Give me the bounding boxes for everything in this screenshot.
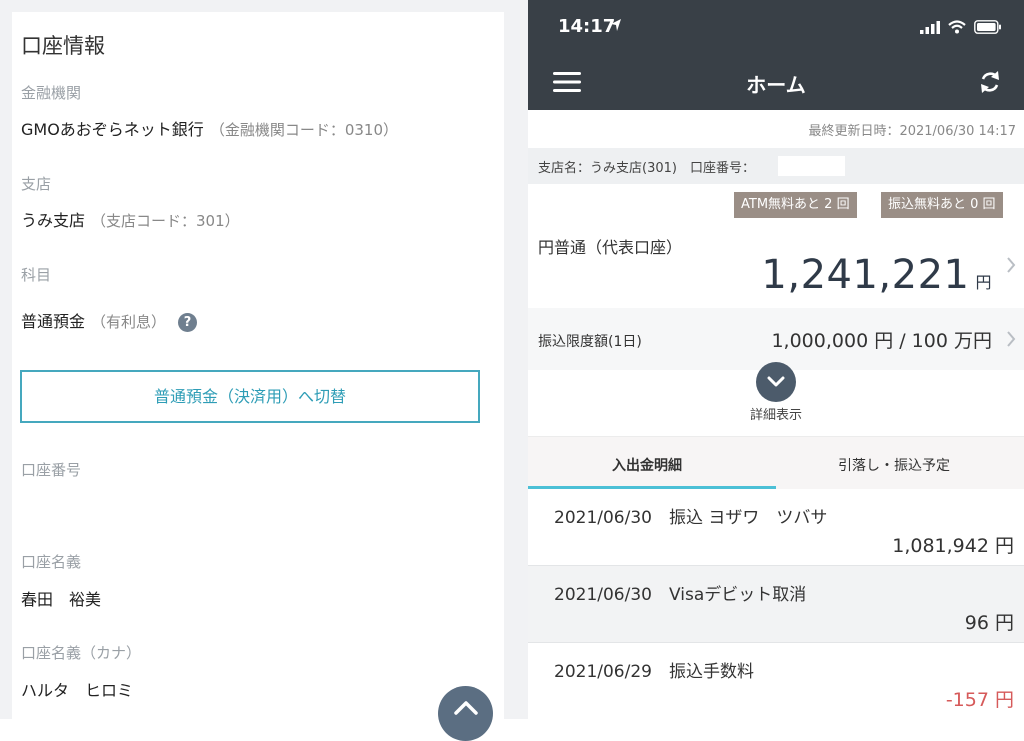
wifi-icon xyxy=(948,20,966,34)
transaction-amount: 96 円 xyxy=(964,612,1014,634)
transfer-limit-row[interactable]: 振込限度額(1日) 1,000,000 円 / 100 万円 xyxy=(528,308,1024,370)
subject-note: （有利息） xyxy=(91,313,167,331)
account-number-label: 口座番号 xyxy=(21,461,82,479)
battery-icon xyxy=(974,20,1001,34)
account-name-label: 口座名義 xyxy=(21,553,82,571)
transfer-limit-label: 振込限度額(1日) xyxy=(538,334,642,350)
bank-label: 金融機関 xyxy=(21,84,82,102)
balance-unit: 円 xyxy=(975,273,992,292)
status-bar: 14:17 xyxy=(528,0,1024,56)
last-updated: 最終更新日時：2021/06/30 14:17 xyxy=(808,124,1016,139)
location-arrow-icon xyxy=(611,19,621,31)
transaction-description: 2021/06/30 Visaデビット取消 xyxy=(554,585,807,605)
branch-info-bar: 支店名：うみ支店(301) 口座番号： xyxy=(528,148,1024,184)
detail-toggle-button[interactable] xyxy=(756,362,796,402)
tab-bar: 入出金明細 引落し・振込予定 xyxy=(528,436,1024,489)
atm-free-badge: ATM無料あと 2 回 xyxy=(734,192,857,218)
branch-info: 支店名：うみ支店(301) 口座番号： xyxy=(538,161,755,176)
transfer-limit-value: 1,000,000 円 / 100 万円 xyxy=(771,330,992,352)
chevron-right-icon[interactable] xyxy=(1006,256,1016,274)
bank-name: GMOあおぞらネット銀行 xyxy=(21,120,204,139)
transaction-row[interactable]: 2021/06/29 振込手数料 -157 円 xyxy=(528,643,1024,719)
branch-code: （支店コード：301） xyxy=(91,212,240,230)
refresh-icon[interactable] xyxy=(978,69,1002,95)
subject-label: 科目 xyxy=(21,266,52,284)
account-info-panel: 口座情報 金融機関 GMOあおぞらネット銀行 （金融機関コード：0310） 支店 … xyxy=(0,0,528,741)
subject-value: 普通預金 xyxy=(21,312,86,331)
account-kana: ハルタ ヒロミ xyxy=(21,681,134,700)
transaction-description: 2021/06/30 振込 ヨザワ ツバサ xyxy=(554,508,828,528)
tab-scheduled[interactable]: 引落し・振込予定 xyxy=(838,455,950,475)
branch-name: うみ支店 xyxy=(21,211,86,230)
transaction-amount: -157 円 xyxy=(945,689,1014,711)
mobile-home-screen: 14:17 ホーム 最終更新日時：2021/06/30 14:17 支店名：うみ… xyxy=(528,0,1024,719)
nav-bar: ホーム xyxy=(528,56,1024,110)
tab-history[interactable]: 入出金明細 xyxy=(612,455,682,475)
nav-title: ホーム xyxy=(746,73,806,97)
signal-icon xyxy=(920,20,940,34)
transfer-free-badge: 振込無料あと 0 回 xyxy=(881,192,1003,218)
status-time: 14:17 xyxy=(558,16,616,37)
scroll-top-button[interactable] xyxy=(438,686,493,741)
account-name: 春田 裕美 xyxy=(21,590,102,609)
transaction-row[interactable]: 2021/06/30 Visaデビット取消 96 円 xyxy=(528,566,1024,642)
branch-row: うみ支店 （支店コード：301） xyxy=(21,207,240,231)
switch-account-type-button[interactable]: 普通預金（決済用）へ切替 xyxy=(20,370,480,423)
transaction-description: 2021/06/29 振込手数料 xyxy=(554,662,754,682)
account-number-masked xyxy=(778,156,845,176)
status-icons xyxy=(920,20,1002,34)
balance-amount: 1,241,221 xyxy=(761,252,970,298)
transaction-row[interactable]: 2021/06/30 振込 ヨザワ ツバサ 1,081,942 円 xyxy=(528,489,1024,565)
bank-row: GMOあおぞらネット銀行 （金融機関コード：0310） xyxy=(21,116,398,140)
help-icon[interactable]: ? xyxy=(178,313,198,332)
account-kana-label: 口座名義（カナ） xyxy=(21,644,142,662)
account-info-title: 口座情報 xyxy=(21,34,105,58)
chevron-right-icon xyxy=(1007,331,1016,347)
chevron-down-icon xyxy=(767,376,785,387)
branch-label: 支店 xyxy=(21,175,52,193)
account-info-card: 口座情報 金融機関 GMOあおぞらネット銀行 （金融機関コード：0310） 支店 … xyxy=(12,12,504,732)
account-type[interactable]: 円普通（代表口座） xyxy=(538,234,682,258)
chevron-up-icon xyxy=(453,701,478,715)
bank-code: （金融機関コード：0310） xyxy=(209,121,398,139)
balance-row[interactable]: 1,241,221 円 xyxy=(761,252,992,298)
transaction-amount: 1,081,942 円 xyxy=(892,535,1014,557)
detail-label[interactable]: 詳細表示 xyxy=(528,404,1024,423)
subject-row: 普通預金 （有利息）? xyxy=(21,308,198,332)
